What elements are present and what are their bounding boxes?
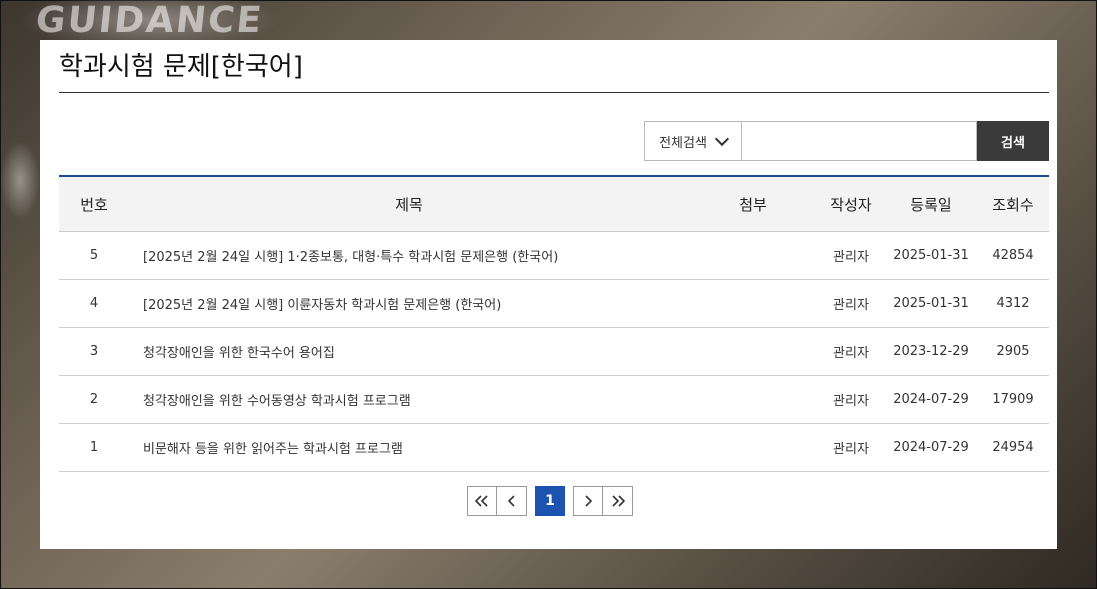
search-input[interactable] [742,121,977,161]
cell-views: 42854 [977,231,1049,280]
page-number-button[interactable]: 1 [535,486,565,516]
cell-no: 1 [59,423,129,472]
header-title: 제목 [129,176,689,232]
cell-title: 청각장애인을 위한 한국수어 용어집 [129,327,689,376]
cell-title: [2025년 2월 24일 시행] 이륜자동차 학과시험 문제은행 (한국어) [129,279,689,328]
cell-author: 관리자 [817,375,885,424]
chevron-right-icon [585,495,592,507]
table-row: 3 청각장애인을 위한 한국수어 용어집 관리자 2023-12-29 2905 [59,327,1049,376]
cell-date: 2025-01-31 [885,279,977,328]
post-title-link[interactable]: [2025년 2월 24일 시행] 이륜자동차 학과시험 문제은행 (한국어) [143,298,501,313]
cell-author: 관리자 [817,423,885,472]
table-row: 1 비문해자 등을 위한 읽어주는 학과시험 프로그램 관리자 2024-07-… [59,423,1049,472]
board-table: 번호 제목 첨부 작성자 등록일 조회수 5 [2025년 2월 24일 시행]… [59,175,1049,472]
table-row: 5 [2025년 2월 24일 시행] 1·2종보통, 대형·특수 학과시험 문… [59,231,1049,280]
post-title-link[interactable]: 청각장애인을 위한 한국수어 용어집 [143,346,335,361]
prev-page-button[interactable] [497,486,527,516]
cell-no: 3 [59,327,129,376]
cell-views: 4312 [977,279,1049,328]
title-divider [59,92,1049,93]
cell-attach [689,231,817,280]
cell-author: 관리자 [817,231,885,280]
cell-title: 비문해자 등을 위한 읽어주는 학과시험 프로그램 [129,423,689,472]
first-page-button[interactable] [467,486,497,516]
double-chevron-right-icon [611,495,625,507]
cell-attach [689,375,817,424]
cell-title: [2025년 2월 24일 시행] 1·2종보통, 대형·특수 학과시험 문제은… [129,231,689,280]
cell-date: 2023-12-29 [885,327,977,376]
content-panel: 학과시험 문제[한국어] 전체검색 검색 번호 제목 첨부 작성자 등록일 조회… [40,40,1057,549]
table-header-row: 번호 제목 첨부 작성자 등록일 조회수 [59,176,1049,232]
header-no: 번호 [59,176,129,232]
cell-views: 17909 [977,375,1049,424]
cell-date: 2024-07-29 [885,423,977,472]
cell-attach [689,279,817,328]
cell-date: 2025-01-31 [885,231,977,280]
cell-author: 관리자 [817,327,885,376]
cell-no: 5 [59,231,129,280]
header-date: 등록일 [885,176,977,232]
cell-views: 24954 [977,423,1049,472]
background-light [0,140,40,220]
cell-title: 청각장애인을 위한 수어동영상 학과시험 프로그램 [129,375,689,424]
search-bar: 전체검색 검색 [644,121,1049,161]
header-views: 조회수 [977,176,1049,232]
header-attach: 첨부 [689,176,817,232]
next-page-button[interactable] [573,486,603,516]
cell-views: 2905 [977,327,1049,376]
cell-author: 관리자 [817,279,885,328]
cell-attach [689,423,817,472]
cell-no: 4 [59,279,129,328]
cell-date: 2024-07-29 [885,375,977,424]
post-title-link[interactable]: 청각장애인을 위한 수어동영상 학과시험 프로그램 [143,394,411,409]
search-scope-label: 전체검색 [659,135,707,151]
post-title-link[interactable]: 비문해자 등을 위한 읽어주는 학과시험 프로그램 [143,442,403,457]
cell-attach [689,327,817,376]
post-title-link[interactable]: [2025년 2월 24일 시행] 1·2종보통, 대형·특수 학과시험 문제은… [143,250,558,265]
cell-no: 2 [59,375,129,424]
page-title: 학과시험 문제[한국어] [59,52,303,82]
header-author: 작성자 [817,176,885,232]
double-chevron-left-icon [475,495,488,507]
table-row: 4 [2025년 2월 24일 시행] 이륜자동차 학과시험 문제은행 (한국어… [59,279,1049,328]
background-logo-text: GUIDANCE [33,0,266,41]
search-button[interactable]: 검색 [977,121,1049,161]
chevron-down-icon [714,131,729,147]
chevron-left-icon [507,495,515,507]
search-scope-select[interactable]: 전체검색 [644,121,742,161]
last-page-button[interactable] [603,486,633,516]
table-row: 2 청각장애인을 위한 수어동영상 학과시험 프로그램 관리자 2024-07-… [59,375,1049,424]
pagination: 1 [467,486,633,516]
